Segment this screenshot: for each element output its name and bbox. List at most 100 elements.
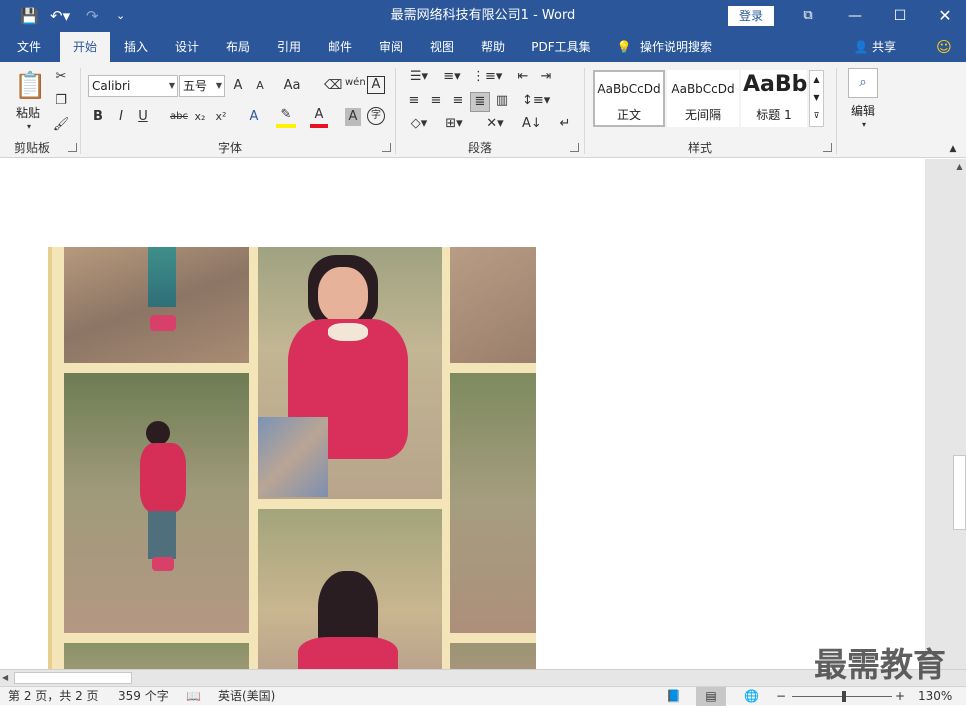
scissors-icon[interactable]: ✂ — [52, 68, 70, 86]
tab-file[interactable]: 文件 — [8, 32, 50, 62]
share-button[interactable]: 共享 — [872, 32, 904, 62]
highlight-icon[interactable]: ✎ — [276, 106, 296, 128]
font-name-select[interactable]: Calibri ▼ — [88, 75, 178, 97]
ribbon-display-icon[interactable]: ⧉ — [798, 0, 818, 32]
change-case-icon[interactable]: Aa — [280, 77, 304, 95]
page-count[interactable]: 第 2 页，共 2 页 — [8, 687, 99, 706]
tab-view[interactable]: 视图 — [421, 32, 463, 62]
photo-collage[interactable] — [48, 247, 536, 669]
decrease-indent-icon[interactable]: ⇤ — [514, 68, 532, 86]
enclose-char-icon[interactable]: A — [367, 76, 385, 94]
superscript-icon[interactable]: x² — [213, 108, 229, 126]
dialog-launcher-icon[interactable] — [382, 143, 391, 152]
collage-photo — [450, 247, 536, 363]
font-color-icon[interactable]: A — [310, 106, 328, 128]
tab-home[interactable]: 开始 — [60, 32, 110, 62]
distributed-icon[interactable]: ▥ — [493, 92, 511, 110]
vertical-scroll-thumb[interactable] — [953, 455, 966, 530]
dialog-launcher-icon[interactable] — [570, 143, 579, 152]
style-normal[interactable]: AaBbCcDd 正文 — [593, 70, 665, 127]
chinese-layout-icon[interactable]: ✕▾ — [480, 115, 510, 133]
align-right-icon[interactable]: ≡ — [449, 92, 467, 110]
align-left-icon[interactable]: ≡ — [405, 92, 423, 110]
bold-icon[interactable]: B — [91, 108, 105, 126]
styles-gallery-scroll[interactable]: ▲ ▼ ⊽ — [809, 70, 824, 127]
person-hair — [146, 421, 170, 445]
tab-help[interactable]: 帮助 — [472, 32, 514, 62]
sort-icon[interactable]: A↓ — [522, 115, 542, 133]
tell-me-search[interactable]: 操作说明搜索 — [640, 32, 730, 62]
tab-design[interactable]: 设计 — [166, 32, 208, 62]
justify-icon[interactable]: ≣ — [470, 92, 490, 112]
smiley-icon[interactable]: ☺ — [932, 32, 956, 62]
dialog-launcher-icon[interactable] — [68, 143, 77, 152]
font-group-label: 字体 — [217, 141, 242, 155]
document-canvas[interactable] — [0, 159, 925, 669]
dialog-launcher-icon[interactable] — [823, 143, 832, 152]
clipboard-icon[interactable]: 📋 — [14, 70, 46, 102]
tab-layout[interactable]: 布局 — [217, 32, 259, 62]
customize-qat-icon[interactable]: ⌄ — [116, 0, 125, 32]
close-icon[interactable]: ✕ — [935, 0, 955, 32]
show-marks-icon[interactable]: ↵ — [556, 115, 574, 133]
copy-icon[interactable]: ❐ — [52, 92, 70, 110]
underline-icon[interactable]: U — [136, 108, 150, 126]
clear-format-icon[interactable]: ⌫ — [324, 77, 342, 95]
text-effect-icon[interactable]: A — [246, 108, 262, 126]
phonetic-guide-icon[interactable]: wén — [345, 74, 366, 92]
subscript-icon[interactable]: x₂ — [192, 108, 208, 126]
collapse-ribbon-icon[interactable]: ▲ — [946, 140, 960, 158]
shrink-font-icon[interactable]: A — [252, 77, 268, 95]
align-center-icon[interactable]: ≡ — [427, 92, 445, 110]
format-painter-icon[interactable]: 🖌 — [52, 116, 70, 134]
chevron-down-icon[interactable]: ▾ — [22, 118, 36, 136]
bullets-icon[interactable]: ☰▾ — [407, 68, 431, 86]
chevron-up-icon[interactable]: ▲ — [953, 159, 966, 175]
zoom-level[interactable]: 130% — [918, 687, 952, 706]
grow-font-icon[interactable]: A — [230, 77, 246, 95]
title-bar: 💾 ↶▾ ↷ ⌄ 最需网络科技有限公司1 - Word 登录 ⧉ — ☐ ✕ — [0, 0, 966, 32]
print-layout-icon[interactable]: ▤ — [696, 687, 726, 706]
zoom-out-button[interactable]: − — [776, 687, 786, 706]
style-no-spacing[interactable]: AaBbCcDd 无间隔 — [667, 70, 739, 127]
login-button[interactable]: 登录 — [728, 6, 774, 26]
proofing-icon[interactable]: 📖 — [186, 687, 201, 706]
style-name: 正文 — [616, 108, 641, 122]
more-icon[interactable]: ⊽ — [810, 107, 823, 125]
search-icon[interactable]: ⌕ — [848, 68, 878, 98]
tab-mailings[interactable]: 邮件 — [319, 32, 361, 62]
undo-icon[interactable]: ↶▾ — [50, 0, 70, 32]
font-size-select[interactable]: 五号 ▼ — [179, 75, 225, 97]
strikethrough-icon[interactable]: abc — [167, 108, 191, 126]
language[interactable]: 英语(美国) — [218, 687, 275, 706]
word-count[interactable]: 359 个字 — [118, 687, 169, 706]
tab-review[interactable]: 审阅 — [370, 32, 412, 62]
style-heading-1[interactable]: AaBb 标题 1 — [741, 70, 807, 127]
enclosed-char-icon[interactable]: 字 — [367, 107, 385, 125]
tab-insert[interactable]: 插入 — [115, 32, 157, 62]
chevron-up-icon[interactable]: ▲ — [810, 71, 823, 89]
italic-icon[interactable]: I — [114, 108, 128, 126]
increase-indent-icon[interactable]: ⇥ — [537, 68, 555, 86]
horizontal-scroll-thumb[interactable] — [14, 672, 132, 684]
shading-icon[interactable]: ◇▾ — [405, 115, 433, 133]
web-layout-icon[interactable]: 🌐 — [744, 687, 759, 706]
maximize-icon[interactable]: ☐ — [890, 0, 910, 32]
save-icon[interactable]: 💾 — [20, 0, 39, 32]
zoom-slider-thumb[interactable] — [842, 691, 846, 702]
read-mode-icon[interactable]: 📘 — [666, 687, 681, 706]
chevron-left-icon[interactable]: ◀ — [2, 670, 14, 686]
minimize-icon[interactable]: — — [845, 0, 865, 32]
char-shading-icon[interactable]: A — [345, 108, 361, 126]
line-spacing-icon[interactable]: ↕≡▾ — [522, 92, 550, 110]
chevron-down-icon[interactable]: ▾ — [857, 116, 871, 134]
borders-icon[interactable]: ⊞▾ — [440, 115, 468, 133]
multilevel-list-icon[interactable]: ⋮≡▾ — [472, 68, 502, 86]
numbering-icon[interactable]: ≡▾ — [440, 68, 464, 86]
chevron-down-icon[interactable]: ▼ — [810, 89, 823, 107]
tab-pdf-tools[interactable]: PDF工具集 — [525, 32, 597, 62]
tab-references[interactable]: 引用 — [268, 32, 310, 62]
vertical-scrollbar[interactable]: ▲ — [925, 159, 966, 669]
zoom-in-button[interactable]: + — [895, 687, 905, 706]
redo-icon[interactable]: ↷ — [86, 0, 99, 32]
